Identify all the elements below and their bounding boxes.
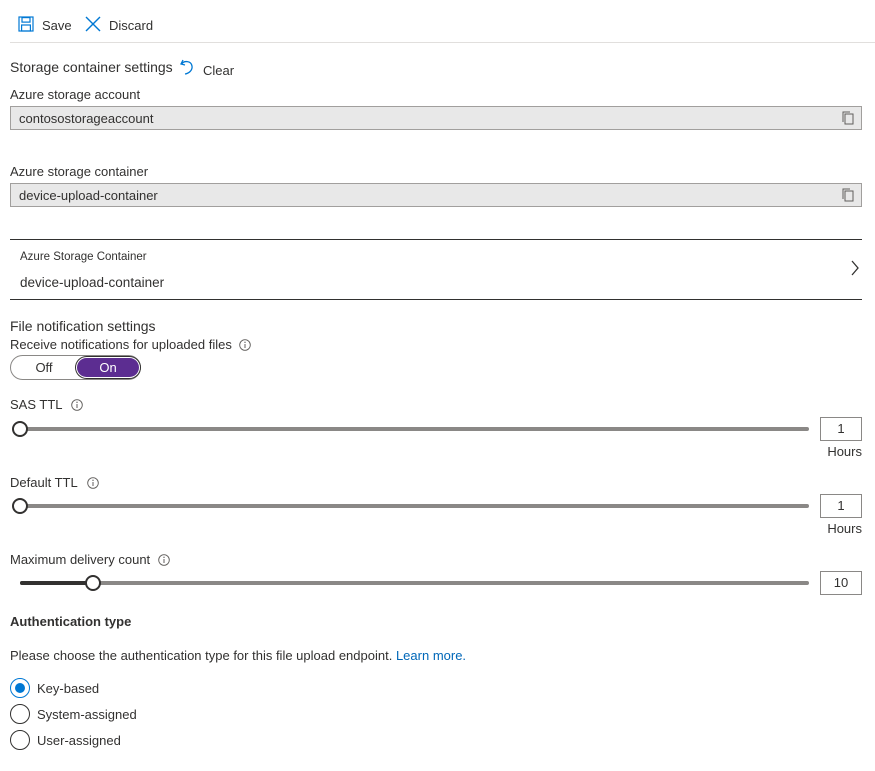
radio-system-assigned-indicator[interactable] — [10, 704, 30, 724]
radio-user-assigned[interactable]: User-assigned — [10, 730, 121, 750]
learn-more-link[interactable]: Learn more. — [396, 648, 466, 663]
default-ttl-row: Default TTL — [10, 475, 99, 490]
auth-description: Please choose the authentication type fo… — [10, 648, 393, 663]
default-ttl-label: Default TTL — [10, 475, 78, 490]
clear-label: Clear — [203, 63, 235, 78]
receive-notifications-row: Receive notifications for uploaded files — [10, 337, 251, 352]
save-icon — [18, 15, 34, 35]
storage-container-label: Azure storage container — [10, 164, 149, 179]
radio-key-based-indicator[interactable] — [10, 678, 30, 698]
discard-button[interactable]: Discard — [84, 14, 153, 36]
sas-ttl-row: SAS TTL — [10, 397, 83, 412]
notification-section-title: File notification settings — [10, 318, 156, 334]
storage-account-label: Azure storage account — [10, 87, 141, 102]
receive-notifications-label: Receive notifications for uploaded files — [10, 337, 232, 352]
info-icon[interactable] — [86, 476, 99, 489]
sas-ttl-label: SAS TTL — [10, 397, 63, 412]
close-icon — [84, 15, 102, 36]
chevron-right-icon — [850, 259, 860, 280]
picker-caption: Azure Storage Container — [20, 251, 147, 263]
radio-user-assigned-indicator[interactable] — [10, 730, 30, 750]
max-delivery-slider-fill — [20, 581, 93, 585]
discard-label: Discard — [109, 17, 154, 33]
toggle-on-option[interactable]: On — [77, 358, 139, 377]
undo-icon — [179, 58, 195, 79]
clear-button[interactable]: Clear — [179, 58, 234, 79]
radio-system-assigned[interactable]: System-assigned — [10, 704, 137, 724]
command-bar: Save Discard — [0, 0, 875, 43]
storage-container-value: device-upload-container — [19, 188, 158, 203]
radio-key-based-label: Key-based — [37, 680, 100, 696]
storage-section-title: Storage container settings — [10, 59, 173, 75]
default-ttl-unit: Hours — [827, 521, 862, 536]
max-delivery-slider[interactable] — [20, 575, 809, 591]
info-icon[interactable] — [158, 553, 170, 566]
save-button[interactable]: Save — [18, 14, 72, 36]
default-ttl-input[interactable]: 1 — [820, 494, 862, 518]
auth-type-title: Authentication type — [10, 614, 132, 629]
save-label: Save — [42, 17, 72, 33]
storage-container-picker[interactable]: Azure Storage Container device-upload-co… — [10, 239, 862, 300]
info-icon[interactable] — [239, 338, 251, 351]
copy-icon[interactable] — [841, 188, 855, 202]
info-icon[interactable] — [70, 398, 83, 411]
radio-key-based[interactable]: Key-based — [10, 678, 99, 698]
toolbar-divider — [10, 42, 875, 43]
default-ttl-slider[interactable] — [12, 498, 809, 514]
copy-icon[interactable] — [841, 111, 855, 125]
sas-ttl-slider-thumb[interactable] — [12, 421, 28, 437]
sas-ttl-input[interactable]: 1 — [820, 417, 862, 441]
auth-description-row: Please choose the authentication type fo… — [10, 648, 466, 663]
notifications-toggle[interactable]: Off On — [10, 355, 141, 380]
toggle-off-option[interactable]: Off — [12, 357, 76, 378]
picker-value: device-upload-container — [20, 275, 165, 290]
default-ttl-slider-thumb[interactable] — [12, 498, 28, 514]
max-delivery-slider-thumb[interactable] — [84, 575, 101, 591]
storage-account-value: contosostorageaccount — [19, 111, 154, 126]
max-delivery-label: Maximum delivery count — [10, 552, 151, 567]
radio-user-assigned-label: User-assigned — [37, 732, 121, 748]
sas-ttl-slider[interactable] — [12, 421, 809, 437]
storage-account-field[interactable]: contosostorageaccount — [10, 106, 862, 130]
storage-container-field[interactable]: device-upload-container — [10, 183, 862, 207]
max-delivery-row: Maximum delivery count — [10, 552, 170, 567]
max-delivery-input[interactable]: 10 — [820, 571, 862, 595]
radio-system-assigned-label: System-assigned — [37, 706, 137, 722]
sas-ttl-unit: Hours — [827, 444, 862, 459]
